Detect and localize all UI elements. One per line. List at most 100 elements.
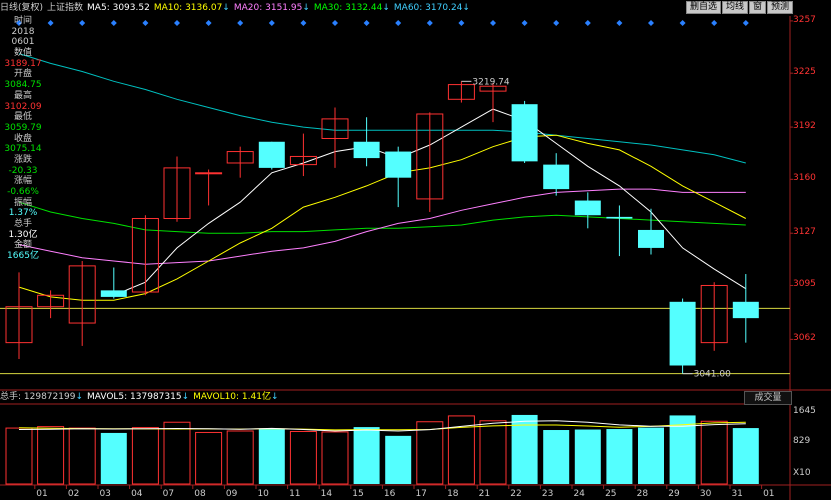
close-label: 收盘 [13,133,32,144]
ma10-line [18,134,747,301]
high-annotation: 3219.74 [472,77,509,87]
volume-bar [479,420,507,485]
date-tick-label: 01 [36,489,48,499]
event-marker-icon [490,20,496,26]
ma20-legend: MA20: 3151.95 [233,3,303,13]
volume-indicator-button[interactable]: 成交量 [744,391,792,405]
date-tick-label: 17 [415,489,427,499]
candle-body [100,290,127,297]
candle-body [669,301,696,366]
index-name: 上证指数 [47,3,84,13]
forecast-button[interactable]: 预测 [766,1,793,14]
kline-chart[interactable]: 3219.74 3041.00 [0,0,831,500]
ma60-legend: MA60: 3170.24 [393,3,463,13]
date-tick-label: 10 [257,489,269,499]
low-annotation: 3041.00 [694,370,731,380]
high-label: 最高 [13,90,32,101]
date-tick-label: 16 [383,489,396,499]
volume-bar [353,427,380,484]
event-marker-icon [616,20,623,26]
date-tick-label: 11 [289,489,301,499]
volume-bar [732,428,759,484]
event-marker-icon [205,20,212,26]
date-tick-label: 14 [320,489,333,499]
date-tick-label: 21 [478,489,491,499]
window-button[interactable]: 窗 [748,1,766,14]
event-marker-icon [268,20,275,26]
volume-bar [226,430,254,485]
event-marker-icon [458,20,465,26]
down-arrow-icon: ↓ [75,392,83,402]
volume-bar [37,426,65,485]
down-arrow-icon: ↓ [462,3,470,13]
change-label: 涨跌 [13,154,32,165]
open-value: 3084.75 [4,80,42,91]
date-tick-label: 28 [636,489,649,499]
event-marker-icon [332,20,338,26]
candle-body [638,229,664,248]
event-marker-icon [237,20,244,26]
date-tick-label: 30 [699,489,712,499]
down-arrow-icon: ↓ [382,3,390,13]
price-tick-label: 3127 [793,227,816,238]
date-tick-label: 15 [352,489,364,499]
event-marker-icon [79,20,86,26]
event-marker-icon [426,20,433,26]
date-tick-label: 25 [605,489,617,499]
total-volume: 总手: 129872199 [0,392,76,402]
date-tick-label: 07 [162,489,175,499]
value-label: 数值 [13,48,32,59]
time-date: 0601 [11,37,35,48]
ma5-legend: MA5: 3093.52 [87,3,150,13]
mavol10-legend: MAVOL10: 1.41亿 [193,392,271,402]
open-label: 开盘 [13,69,32,80]
time-year: 2018 [11,26,35,37]
event-marker-icon [300,20,307,26]
volume-bar [416,421,444,485]
mavol5-legend: MAVOL5: 137987315 [86,392,182,402]
volume-bar [68,427,96,485]
date-tick-label: 29 [668,489,680,499]
event-marker-icon [648,20,654,26]
date-tick-label: 08 [194,489,206,499]
down-arrow-icon: ↓ [181,392,190,402]
change-value: -20.33 [8,165,38,176]
quote-info-panel: 时间 2018 0601 数值 3189.17 开盘 3084.75 最高 31… [0,16,46,262]
price-tick-label: 3225 [793,67,816,78]
candle-body [195,172,223,175]
volume-bar [258,428,285,484]
volume-tick-label: 829 [793,436,811,446]
amt-value: 1665亿 [7,251,39,262]
amt-label: 金额 [13,240,32,251]
volume-bar [700,420,728,485]
date-tick-label: 04 [131,489,143,499]
candle-body [511,104,538,162]
date-tick-label: 09 [225,489,238,499]
price-tick-label: 3095 [793,279,816,290]
ma30-legend: MA30: 3132.44 [313,3,383,13]
event-marker-icon [711,20,718,26]
low-value: 3059.79 [4,122,42,133]
date-tick-label: 02 [67,489,80,499]
pct-value: -0.66% [7,187,39,197]
volume-bar [289,430,317,485]
ma-settings-button[interactable]: 均线 [721,1,748,14]
date-tick-label: 01 [763,489,775,499]
down-arrow-icon: ↓ [222,3,230,13]
event-marker-icon [47,20,54,26]
event-marker-icon [553,20,560,26]
vol-label: 总手 [13,219,32,230]
price-tick-label: 3062 [793,333,816,344]
volume-bar [163,421,191,485]
candle-body [574,200,601,216]
date-tick-label: 24 [573,489,585,499]
price-tick-label: 3257 [793,14,816,25]
candle-body [258,141,285,168]
volume-bar [5,427,33,485]
volume-tick-label: 1645 [793,406,816,416]
period-label[interactable]: 日线(复权) [0,3,43,13]
event-marker-icon [679,20,686,26]
volume-bar [131,427,159,485]
remove-watchlist-button[interactable]: 删自选 [685,1,721,14]
value: 3189.17 [4,58,42,69]
